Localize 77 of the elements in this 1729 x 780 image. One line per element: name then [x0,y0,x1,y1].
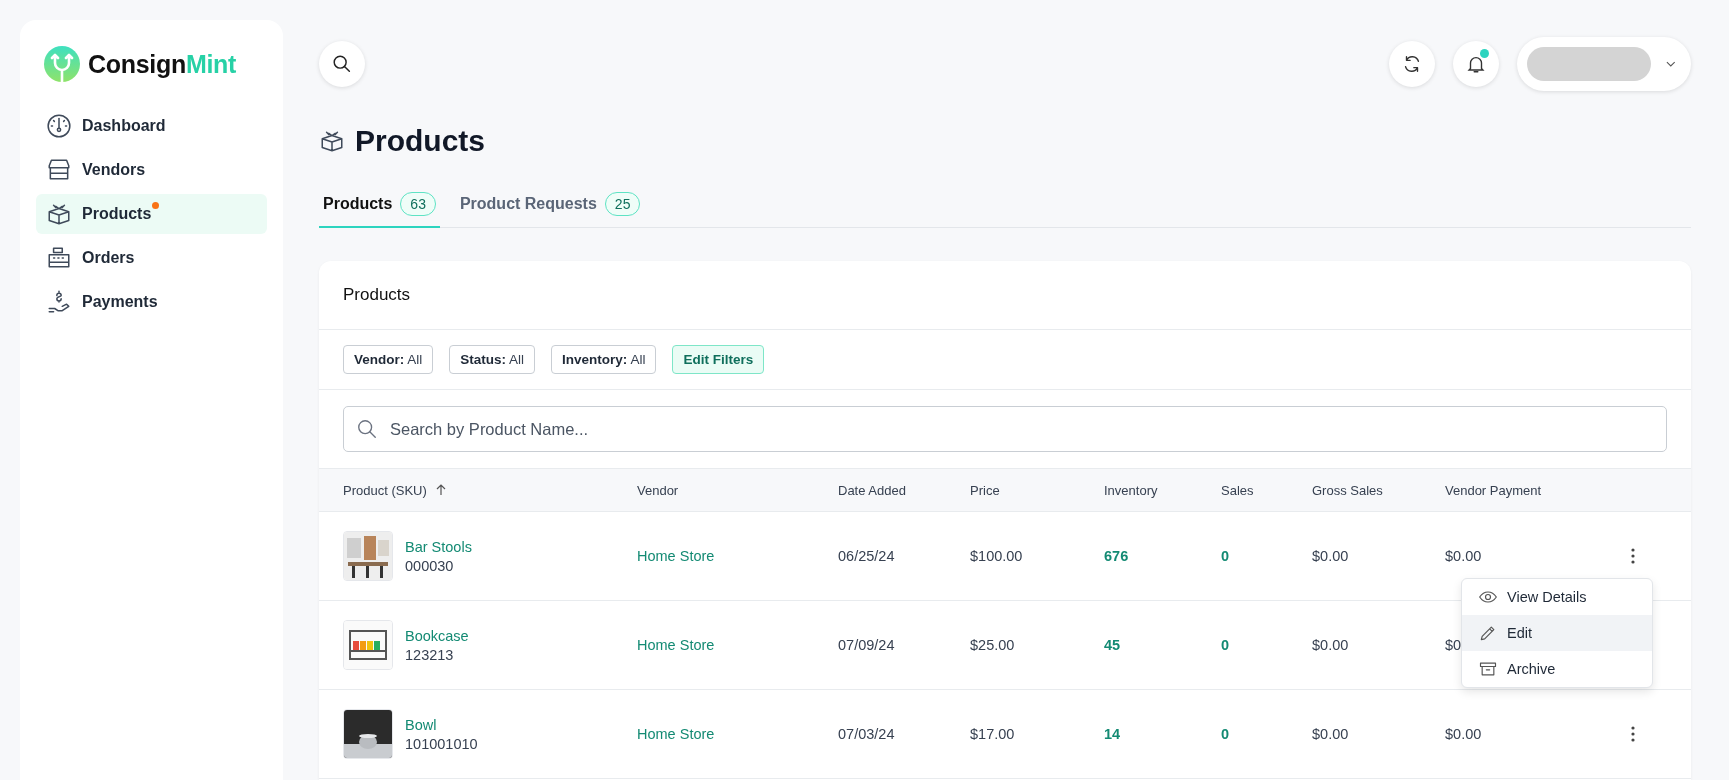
column-header[interactable]: Gross Sales [1312,482,1383,498]
inventory-link[interactable]: 676 [1104,548,1129,564]
sidebar-item-label: Dashboard [82,117,166,135]
count-badge: 25 [604,192,641,216]
search-icon [356,418,378,440]
sidebar-item[interactable]: Vendors [36,150,267,190]
table-cell: 07/09/24 [838,637,895,653]
menu-item[interactable]: View Details [1462,579,1652,615]
sidebar-item[interactable]: Dashboard [36,106,267,146]
kebab-icon [1631,726,1635,742]
column-header[interactable]: Price [970,482,1000,498]
column-header[interactable]: Vendor [637,482,679,498]
menu-item[interactable]: Edit [1462,615,1652,651]
tab-label: Products [323,195,393,213]
table-cell: $0.00 [1312,726,1349,742]
tab-label: Product Requests [459,195,597,213]
sidebar-item-label: Payments [82,293,158,311]
column-header[interactable]: Inventory [1104,482,1158,498]
table-cell: $0.00 [1312,548,1349,564]
edit-filters-button[interactable]: Edit Filters [672,345,765,374]
table-cell: $17.00 [970,726,1015,742]
sidebar-item[interactable]: Orders [36,238,267,278]
sidebar-item-label: Vendors [82,161,146,179]
sales-link[interactable]: 0 [1221,548,1230,564]
menu-item[interactable]: Archive [1462,651,1652,687]
tab[interactable]: Product Requests 25 [455,184,645,228]
column-header[interactable]: Vendor Payment [1445,482,1542,498]
gauge-icon [46,113,72,139]
inventory-link[interactable]: 14 [1104,726,1121,742]
count-badge: 63 [400,192,436,216]
vendor-link[interactable]: Home Store [637,637,715,653]
table-cell: $0 [1445,637,1462,653]
refresh-button[interactable] [1389,41,1435,87]
table-cell: $0.00 [1445,726,1482,742]
table-cell: $0.00 [1312,637,1349,653]
sidebar-item-label: Orders [82,249,135,267]
kebab-icon [1631,548,1635,564]
logo-icon [44,46,80,82]
sku-text: 101001010 [405,735,478,752]
menu-item-label: View Details [1507,589,1587,605]
column-header[interactable]: Product (SKU) [343,482,447,498]
column-header[interactable]: Date Added [838,482,906,498]
search-button[interactable] [319,41,365,87]
vendor-link[interactable]: Home Store [637,548,715,564]
vendor-link[interactable]: Home Store [637,726,715,742]
sidebar-item[interactable]: Payments [36,282,267,322]
sort-arrow-icon [434,484,447,496]
search-input[interactable]: Search by Product Name... [388,418,1654,440]
filter-chip[interactable]: Status: All [449,345,536,374]
sales-link[interactable]: 0 [1221,726,1230,742]
filter-chip[interactable]: Inventory: All [551,345,657,374]
logo-text: ConsignMint [88,49,237,79]
product-name-link[interactable]: Bowl [405,716,478,733]
menu-item-label: Edit [1507,625,1532,641]
sku-text: 000030 [405,557,455,574]
table-cell: 06/25/24 [838,548,895,564]
sku-text: 123213 [405,646,455,663]
table-cell: 07/03/24 [838,726,895,742]
product-name-link[interactable]: Bar Stools [405,538,472,555]
inventory-link[interactable]: 45 [1104,637,1121,653]
table-cell: $25.00 [970,637,1015,653]
hand-dollar-icon [46,289,72,315]
tab[interactable]: Products 63 [319,184,440,228]
menu-item-label: Archive [1507,661,1556,677]
notifications-button[interactable] [1453,41,1499,87]
page-title: Products [355,124,486,158]
product-name-link[interactable]: Bookcase [405,627,469,644]
card-title: Products [343,285,411,305]
sidebar-item-label: Products [82,205,152,223]
column-header[interactable]: Sales [1221,482,1254,498]
table-cell: $100.00 [970,548,1023,564]
sales-link[interactable]: 0 [1221,637,1230,653]
filter-chip[interactable]: Vendor: All [343,345,434,374]
search-icon [331,53,353,75]
search-field[interactable]: Search by Product Name... [343,406,1667,452]
sidebar-item[interactable]: Products [36,194,267,234]
table-cell: $0.00 [1445,548,1482,564]
